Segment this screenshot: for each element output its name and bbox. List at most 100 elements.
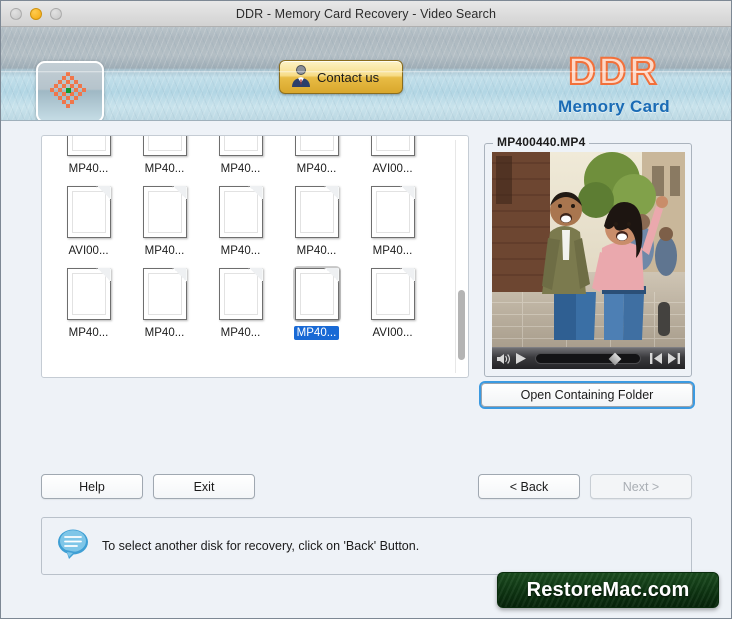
file-icon-wrap [369, 266, 417, 322]
watermark-badge: RestoreMac.com [497, 572, 719, 608]
file-item-label: MP40... [144, 163, 185, 175]
file-item[interactable]: MP40... [204, 258, 277, 340]
document-icon-inner [147, 273, 182, 315]
file-item[interactable]: MP40... [356, 176, 429, 258]
file-item-label: AVI00... [68, 245, 109, 257]
app-icon [36, 61, 104, 120]
file-icon-wrap [369, 184, 417, 240]
document-icon [370, 186, 415, 238]
file-item[interactable]: AVI00... [356, 258, 429, 340]
video-thumbnail [492, 152, 685, 347]
status-bar: To select another disk for recovery, cli… [41, 517, 692, 575]
file-list-scroll-area: MP40... MP40... MP40... MP40... AVI00... AVI0… [42, 136, 454, 377]
document-icon [66, 186, 111, 238]
document-icon-inner [299, 273, 334, 315]
file-icon-wrap [293, 136, 341, 158]
file-icon-wrap [217, 184, 265, 240]
file-item-label: MP40... [296, 245, 337, 257]
document-icon [294, 186, 339, 238]
file-item[interactable]: AVI00... [52, 176, 125, 258]
document-icon-inner [147, 136, 182, 151]
file-item[interactable]: MP40... [280, 176, 353, 258]
help-button[interactable]: Help [41, 474, 143, 499]
file-item[interactable]: MP40... [280, 136, 353, 176]
file-list-panel: MP40... MP40... MP40... MP40... AVI00... AVI0… [41, 135, 469, 378]
file-item-label: MP40... [68, 327, 109, 339]
play-icon[interactable] [516, 353, 526, 364]
file-item[interactable]: MP40... [128, 258, 201, 340]
file-item[interactable]: MP40... [280, 258, 353, 340]
document-icon [142, 186, 187, 238]
step-forward-icon[interactable] [668, 353, 680, 364]
contact-us-label: Contact us [317, 69, 380, 85]
step-backward-icon[interactable] [650, 353, 662, 364]
document-icon [218, 186, 263, 238]
document-icon-inner [71, 273, 106, 315]
speech-bubble-icon [56, 528, 90, 565]
document-icon-inner [71, 191, 106, 233]
maximize-button[interactable] [50, 7, 62, 20]
document-icon-inner [375, 273, 410, 315]
file-icon-wrap [65, 184, 113, 240]
file-grid-row: AVI00... MP40... MP40... MP40... MP40... [46, 176, 450, 258]
file-icon-wrap [292, 266, 341, 322]
file-item-label: MP40... [144, 245, 185, 257]
title-bar: DDR - Memory Card Recovery - Video Searc… [1, 1, 731, 27]
window-controls [1, 7, 62, 20]
file-item[interactable]: MP40... [204, 136, 277, 176]
file-grid-row: MP40... MP40... MP40... MP40... AVI00... [46, 136, 450, 176]
document-icon [218, 136, 263, 156]
file-icon-wrap [65, 136, 113, 158]
video-controls [492, 347, 685, 369]
file-item-label: AVI00... [372, 327, 413, 339]
preview-panel: MP400440.MP4 [484, 135, 692, 377]
document-icon-inner [223, 273, 258, 315]
next-button: Next > [590, 474, 692, 499]
file-item[interactable]: MP40... [128, 176, 201, 258]
file-item-label: MP40... [144, 327, 185, 339]
document-icon [370, 268, 415, 320]
file-item[interactable]: MP40... [128, 136, 201, 176]
volume-icon[interactable] [497, 353, 510, 365]
file-list-scrollbar[interactable] [455, 140, 466, 373]
video-player[interactable] [492, 152, 685, 369]
brand-logo: DDR Memory Card [519, 52, 709, 117]
open-containing-folder-button[interactable]: Open Containing Folder [481, 383, 693, 407]
video-progress-slider[interactable] [535, 352, 641, 365]
document-icon-inner [223, 136, 258, 151]
file-icon-wrap [369, 136, 417, 158]
file-item[interactable]: MP40... [52, 136, 125, 176]
file-list-scrollbar-thumb[interactable] [458, 290, 465, 360]
main-content: MP40... MP40... MP40... MP40... AVI00... AVI0… [1, 121, 731, 618]
file-item[interactable]: MP40... [204, 176, 277, 258]
file-item-label: MP40... [293, 326, 340, 340]
file-icon-wrap [293, 184, 341, 240]
document-icon-inner [71, 136, 106, 151]
file-item-label: MP40... [372, 245, 413, 257]
file-grid: MP40... MP40... MP40... MP40... AVI00... AVI0… [46, 136, 450, 340]
checkered-flower-icon [48, 70, 92, 114]
file-item[interactable]: MP40... [52, 258, 125, 340]
document-icon-inner [223, 191, 258, 233]
watermark-text: RestoreMac.com [526, 578, 690, 601]
document-icon-inner [375, 191, 410, 233]
brand-subtitle: Memory Card [558, 97, 670, 116]
file-icon-wrap [141, 184, 189, 240]
document-icon-inner [147, 191, 182, 233]
minimize-button[interactable] [30, 7, 42, 20]
close-button[interactable] [10, 7, 22, 20]
document-icon-inner [375, 136, 410, 151]
video-progress-knob[interactable] [608, 352, 622, 365]
exit-button[interactable]: Exit [153, 474, 255, 499]
document-icon-inner [299, 191, 334, 233]
document-icon-inner [299, 136, 334, 151]
preview-filename: MP400440.MP4 [493, 135, 590, 149]
document-icon [294, 136, 339, 156]
contact-us-button[interactable]: Contact us [279, 60, 403, 94]
header-banner: Contact us DDR Memory Card [1, 27, 731, 121]
file-item-label: MP40... [220, 163, 261, 175]
file-item[interactable]: AVI00... [356, 136, 429, 176]
file-icon-wrap [217, 136, 265, 158]
back-button[interactable]: < Back [478, 474, 580, 499]
document-icon [370, 136, 415, 156]
